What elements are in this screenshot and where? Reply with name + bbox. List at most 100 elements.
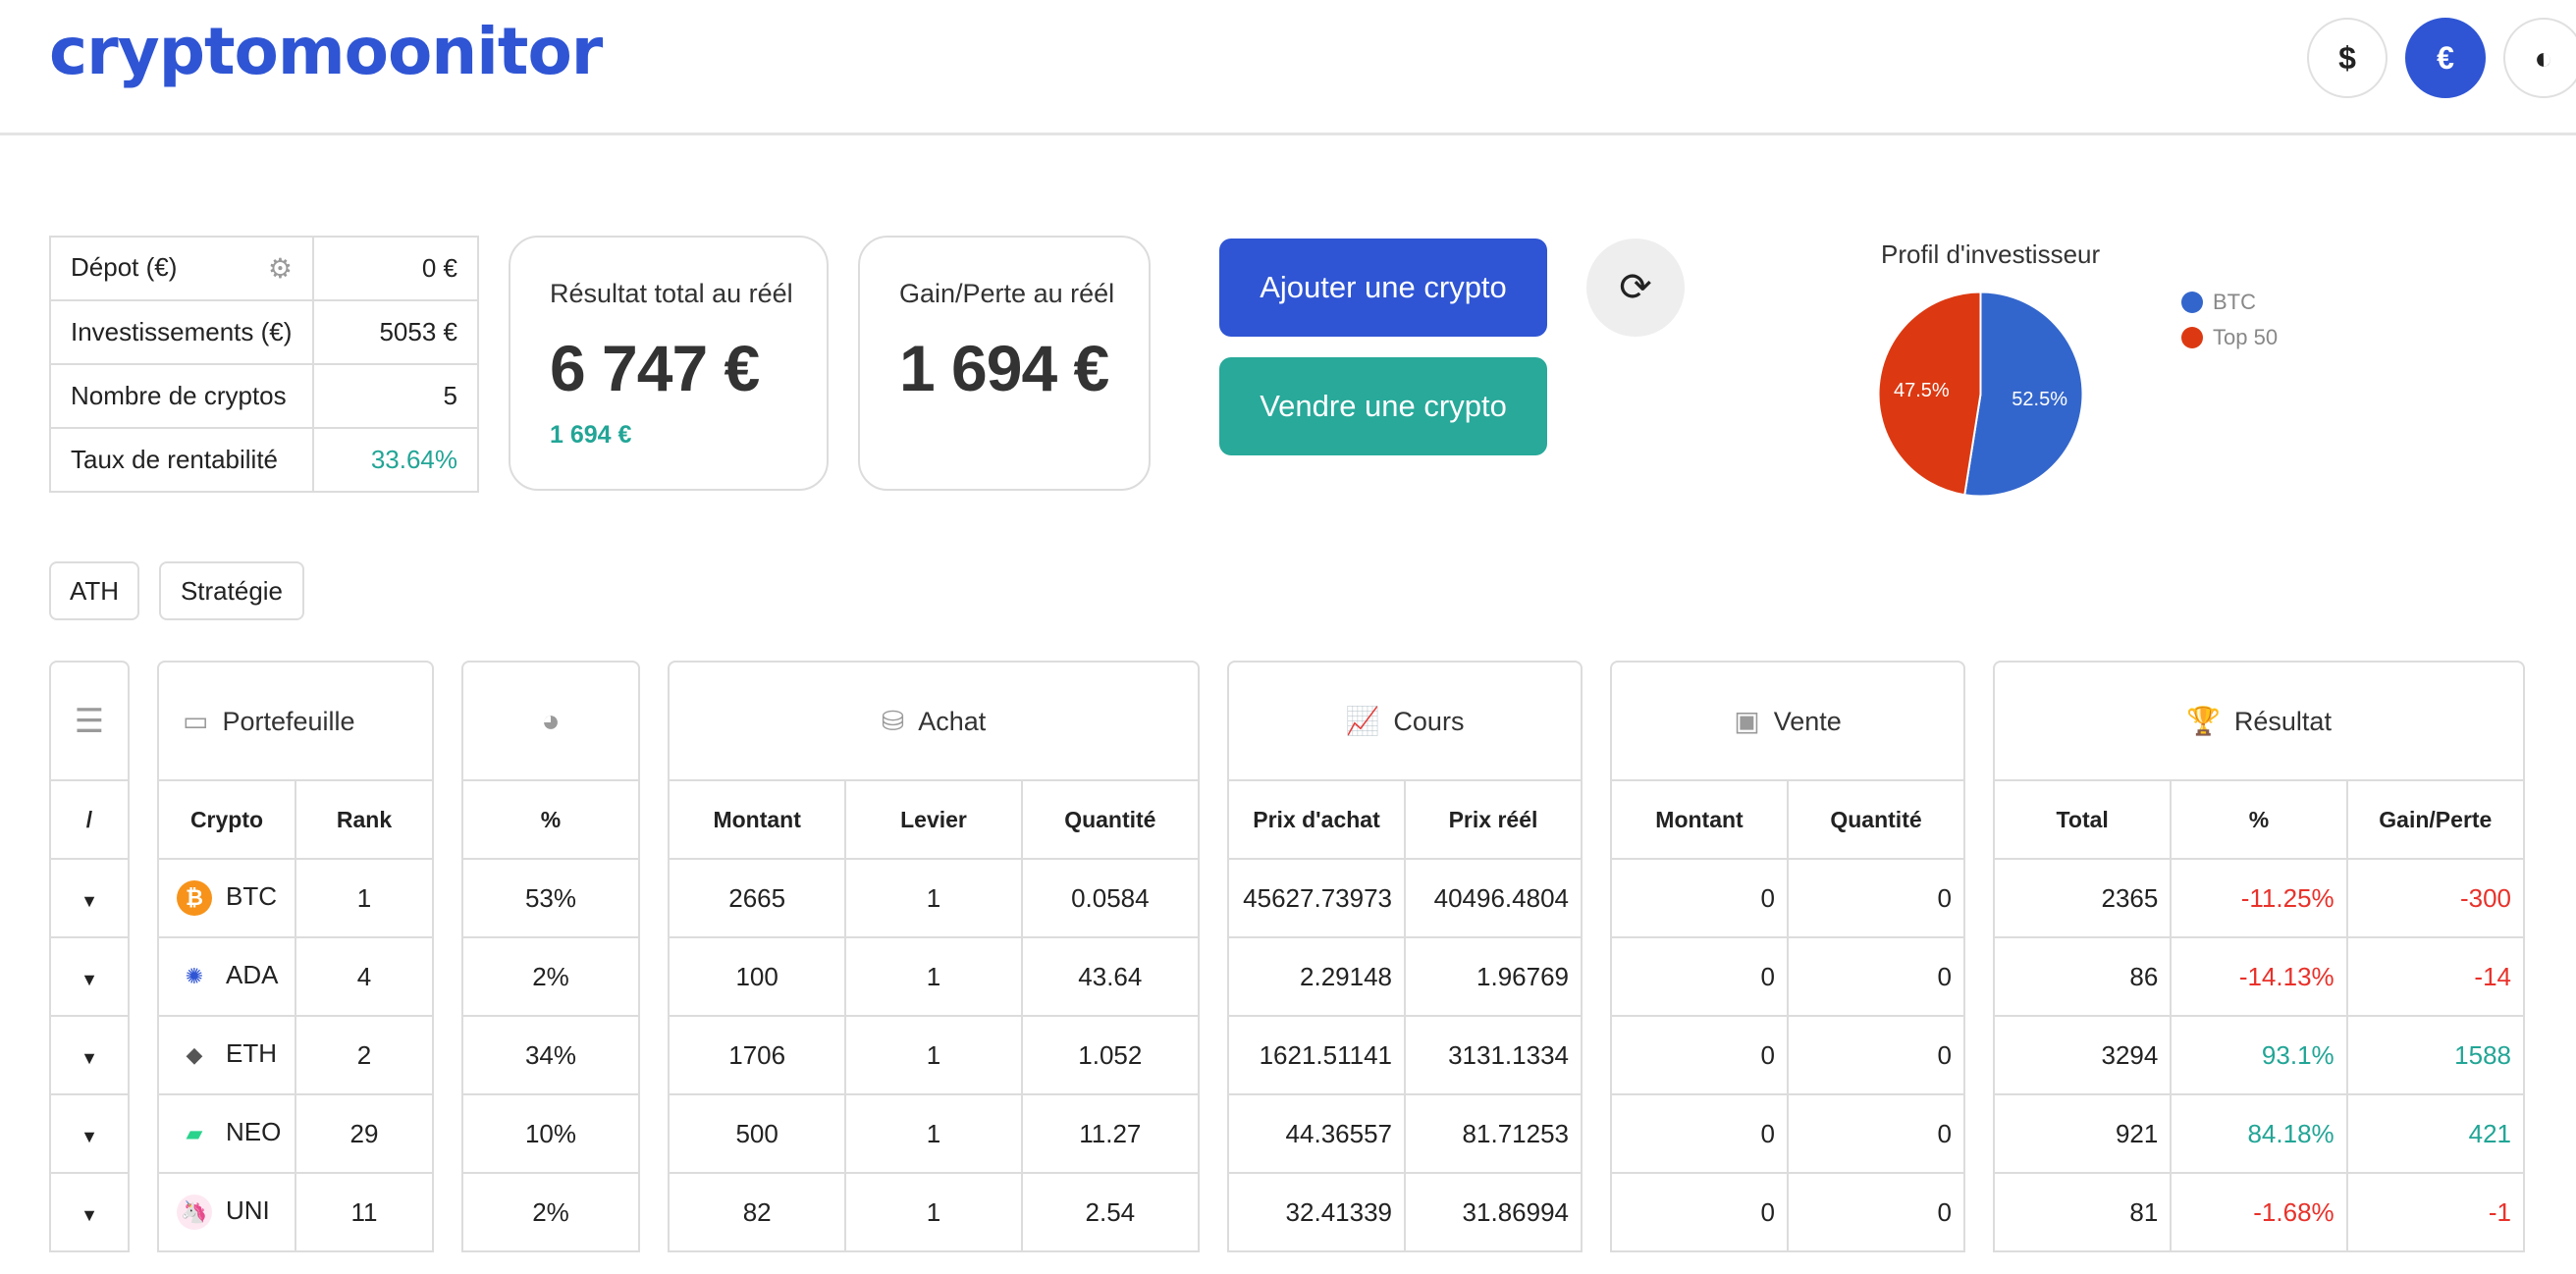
result-gain-cell: 1588 (2345, 1015, 2523, 1095)
result-gain-cell: -14 (2345, 936, 2523, 1017)
pie-chart-icon: ◕ (541, 703, 561, 738)
rank-col-header[interactable]: Rank (295, 779, 432, 860)
table-row: 2% (463, 1172, 638, 1252)
gain-loss-value: 1 694 € (899, 332, 1109, 404)
profile-pie-chart: 52.5% 47.5% (1877, 291, 2084, 498)
crypto-col-header[interactable]: Crypto (159, 779, 296, 860)
purchase-price-cell: 32.41339 (1229, 1172, 1406, 1252)
sale-amount-cell: 0 (1612, 859, 1789, 938)
percent-group: ◕ % 53% 2% 34% 10% 2% (461, 661, 640, 1252)
rank-cell: 29 (295, 1093, 432, 1174)
sale-group: ▣ Vente Montant Quantité 0000000000 (1610, 661, 1965, 1252)
table-row: 00 (1612, 1172, 1963, 1252)
percent-col-header[interactable]: % (463, 779, 638, 860)
caret-down-icon[interactable]: ▼ (80, 1048, 98, 1068)
real-price-cell: 81.71253 (1404, 1093, 1581, 1174)
leverage-cell: 1 (844, 1172, 1023, 1252)
investments-value: 5053 € (312, 299, 479, 365)
row-expand-cell[interactable]: ▼ (51, 859, 128, 938)
price-title: Cours (1393, 707, 1465, 736)
result-percent-cell: -1.68% (2170, 1172, 2348, 1252)
legend-item-top50[interactable]: Top 50 (2181, 320, 2278, 355)
result-percent-cell: -14.13% (2170, 936, 2348, 1017)
sale-quantity-cell: 0 (1787, 859, 1963, 938)
allocation-cell: 10% (463, 1093, 638, 1174)
table-row: 00 (1612, 1093, 1963, 1174)
refresh-button[interactable]: ⟳ (1586, 239, 1685, 337)
neo-coin-icon: ▰ (177, 1116, 212, 1151)
result-percent-header[interactable]: % (2170, 779, 2348, 860)
sale-quantity-cell: 0 (1787, 936, 1963, 1017)
legend-item-btc[interactable]: BTC (2181, 285, 2278, 320)
real-price-cell: 40496.4804 (1404, 859, 1581, 938)
strategy-button[interactable]: Stratégie (159, 561, 304, 620)
theme-toggle-button[interactable]: ◐ (2503, 18, 2576, 98)
row-expand-cell[interactable]: ▼ (51, 1015, 128, 1095)
sale-quantity-header[interactable]: Quantité (1787, 779, 1963, 860)
result-percent-cell: -11.25% (2170, 859, 2348, 938)
result-gain-header[interactable]: Gain/Perte (2345, 779, 2523, 860)
table-row: 1621.51141 3131.1334 (1229, 1015, 1581, 1095)
profitability-value: 33.64% (312, 427, 479, 493)
sale-quantity-cell: 0 (1787, 1172, 1963, 1252)
leverage-cell: 1 (844, 1093, 1023, 1174)
caret-down-icon[interactable]: ▼ (80, 970, 98, 989)
caret-down-icon[interactable]: ▼ (80, 891, 98, 911)
sale-amount-header[interactable]: Montant (1612, 779, 1789, 860)
purchase-amount-cell: 2665 (670, 859, 847, 938)
purchase-amount-cell: 500 (670, 1093, 847, 1174)
purchase-amount-cell: 100 (670, 936, 847, 1017)
table-row: 500 1 11.27 (670, 1093, 1198, 1174)
sale-amount-cell: 0 (1612, 936, 1789, 1017)
table-row: 2365 -11.25% -300 (1995, 859, 2523, 938)
table-row: ▼ (51, 859, 128, 938)
investments-label: Investissements (€) (49, 299, 314, 365)
line-chart-icon: 📈 (1345, 706, 1380, 736)
result-gain-cell: 421 (2345, 1093, 2523, 1174)
real-price-header[interactable]: Prix réél (1404, 779, 1581, 860)
result-percent-cell: 93.1% (2170, 1015, 2348, 1095)
row-expand-cell[interactable]: ▼ (51, 1093, 128, 1174)
table-row: 10% (463, 1093, 638, 1174)
crypto-symbol: NEO (226, 1116, 282, 1146)
pie-slice-label: 52.5% (2012, 389, 2067, 410)
table-row: ✺ ADA 4 (159, 936, 432, 1017)
real-price-cell: 31.86994 (1404, 1172, 1581, 1252)
menu-icon[interactable]: ☰ (75, 703, 104, 740)
result-total-cell: 81 (1995, 1172, 2173, 1252)
row-expand-cell[interactable]: ▼ (51, 936, 128, 1017)
leverage-cell: 1 (844, 859, 1023, 938)
purchase-quantity-header[interactable]: Quantité (1020, 779, 1198, 860)
total-result-label: Résultat total au réél (550, 279, 793, 308)
add-crypto-button[interactable]: Ajouter une crypto (1219, 239, 1547, 337)
leverage-header[interactable]: Levier (844, 779, 1023, 860)
app-logo[interactable]: cryptomoonitor (49, 14, 603, 89)
sale-quantity-cell: 0 (1787, 1015, 1963, 1095)
table-row: 81 -1.68% -1 (1995, 1172, 2523, 1252)
usd-currency-button[interactable]: $ (2307, 18, 2388, 98)
deposit-value: 0 € (312, 236, 479, 301)
eur-currency-button[interactable]: € (2405, 18, 2486, 98)
table-row: 2.29148 1.96769 (1229, 936, 1581, 1017)
table-row: 00 (1612, 936, 1963, 1017)
deposit-label: Dépot (€) (71, 252, 178, 282)
allocation-cell: 34% (463, 1015, 638, 1095)
table-row: ▼ (51, 936, 128, 1017)
table-row: ▼ (51, 1093, 128, 1174)
purchase-quantity-cell: 0.0584 (1020, 859, 1198, 938)
purchase-price-header[interactable]: Prix d'achat (1229, 779, 1406, 860)
purchase-amount-header[interactable]: Montant (670, 779, 847, 860)
caret-down-icon[interactable]: ▼ (80, 1127, 98, 1146)
sale-quantity-cell: 0 (1787, 1093, 1963, 1174)
caret-down-icon[interactable]: ▼ (80, 1205, 98, 1225)
result-total-header[interactable]: Total (1995, 779, 2173, 860)
result-total-cell: 921 (1995, 1093, 2173, 1174)
sale-title: Vente (1773, 707, 1842, 736)
ath-button[interactable]: ATH (49, 561, 139, 620)
leverage-cell: 1 (844, 936, 1023, 1017)
sell-crypto-button[interactable]: Vendre une crypto (1219, 357, 1547, 455)
gear-icon[interactable]: ⚙ (268, 252, 293, 285)
row-expand-cell[interactable]: ▼ (51, 1172, 128, 1252)
result-percent-cell: 84.18% (2170, 1093, 2348, 1174)
crypto-cell: ▰ NEO (159, 1093, 296, 1174)
